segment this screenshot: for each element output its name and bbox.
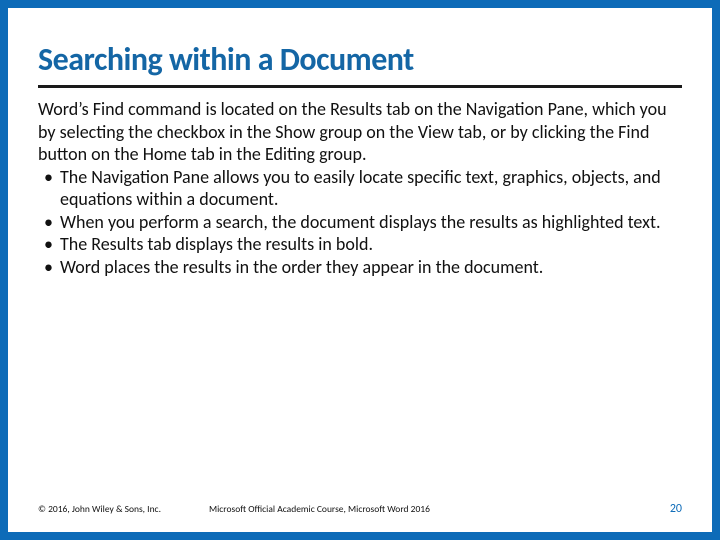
- list-item: The Navigation Pane allows you to easily…: [38, 166, 682, 211]
- slide-footer: © 2016, John Wiley & Sons, Inc. Microsof…: [38, 474, 682, 522]
- list-item: Word places the results in the order the…: [38, 256, 682, 279]
- page-number: 20: [670, 502, 682, 516]
- slide: Searching within a Document Word’s Find …: [8, 8, 712, 532]
- intro-paragraph: Word’s Find command is located on the Re…: [38, 98, 682, 166]
- copyright-text: © 2016, John Wiley & Sons, Inc.: [38, 503, 161, 515]
- list-item: When you perform a search, the document …: [38, 211, 682, 234]
- course-text: Microsoft Official Academic Course, Micr…: [209, 503, 670, 515]
- slide-title: Searching within a Document: [38, 40, 682, 88]
- slide-body: Word’s Find command is located on the Re…: [38, 98, 682, 474]
- bullet-list: The Navigation Pane allows you to easily…: [38, 166, 682, 279]
- list-item: The Results tab displays the results in …: [38, 233, 682, 256]
